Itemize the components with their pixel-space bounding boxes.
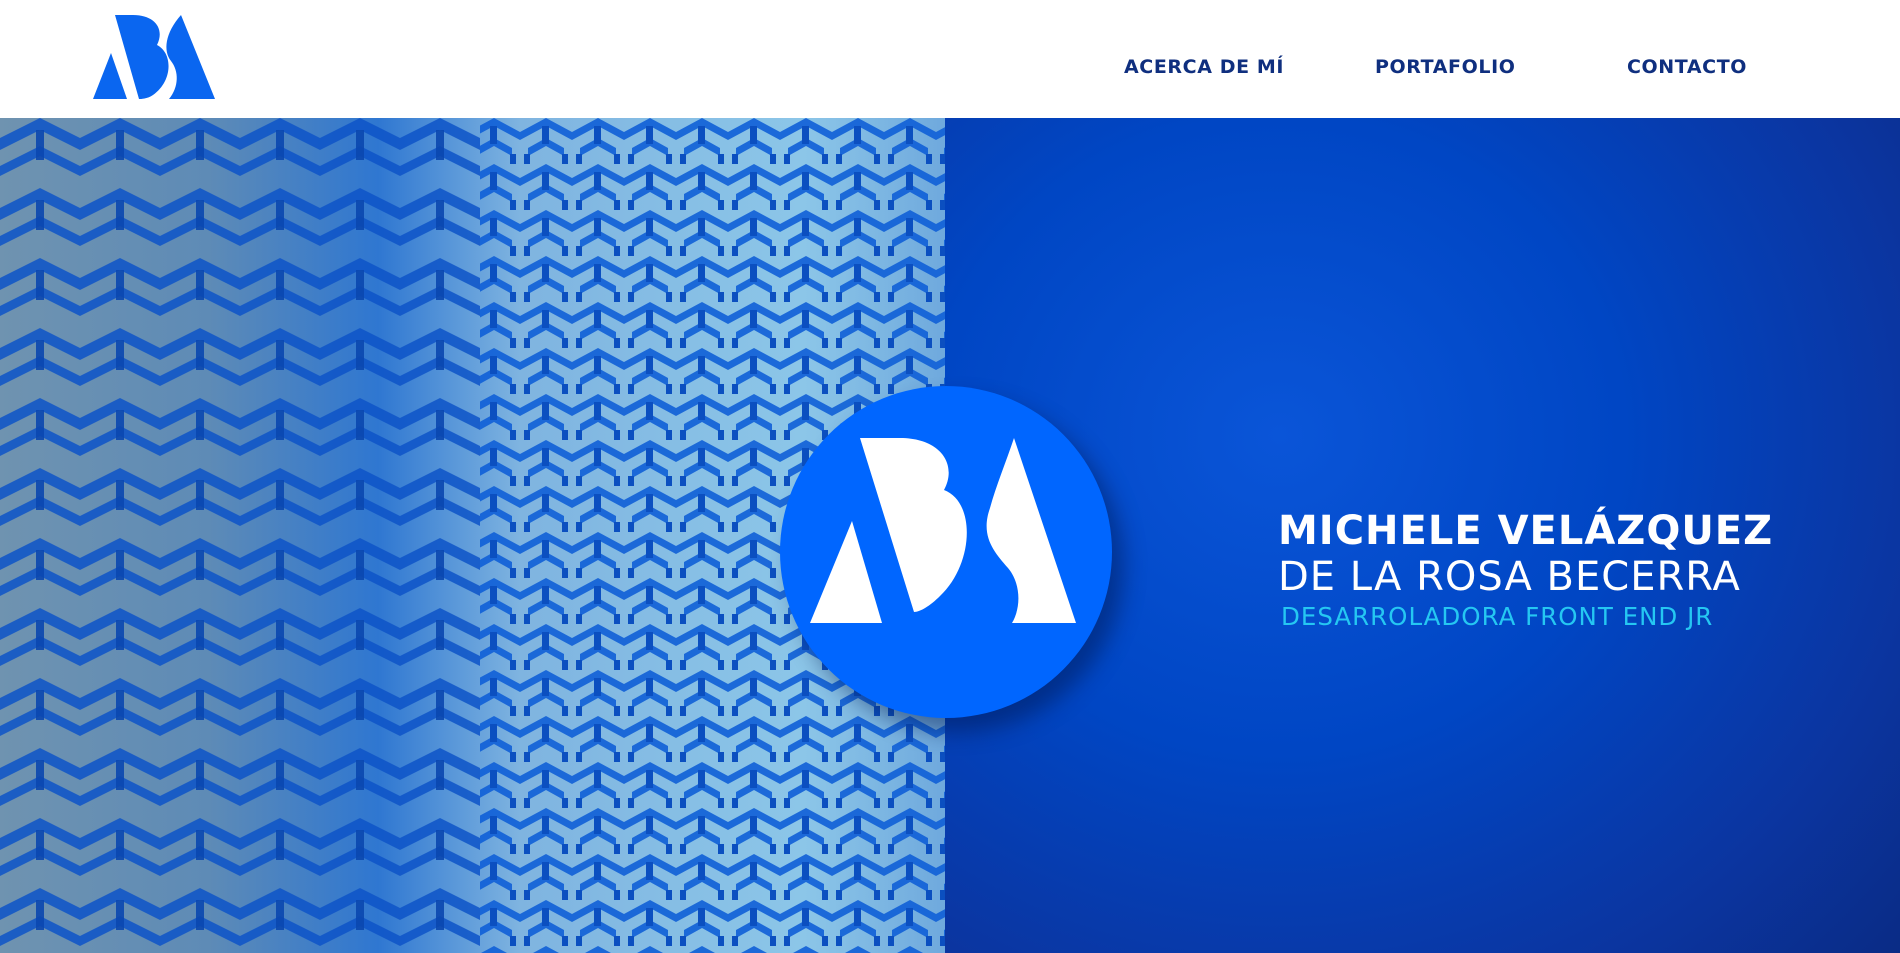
nav-link-contact[interactable]: CONTACTO [1627,56,1747,78]
hero-section: MICHELE VELÁZQUEZ DE LA ROSA BECERRA DES… [0,118,1900,953]
hero-name-line1: MICHELE VELÁZQUEZ [1278,508,1774,554]
nav-link-portfolio[interactable]: PORTAFOLIO [1375,56,1516,78]
hero-text-block: MICHELE VELÁZQUEZ DE LA ROSA BECERRA DES… [1278,508,1798,634]
site-header: ACERCA DE MÍ PORTAFOLIO CONTACTO [0,0,1900,118]
hero-role: DESARROLADORA FRONT END JR [1281,602,1714,631]
ab-monogram-circle-logo-icon [780,386,1112,718]
ab-logo-icon[interactable] [93,15,215,99]
nav-link-about[interactable]: ACERCA DE MÍ [1124,56,1284,78]
hero-name-line2: DE LA ROSA BECERRA [1278,554,1741,600]
